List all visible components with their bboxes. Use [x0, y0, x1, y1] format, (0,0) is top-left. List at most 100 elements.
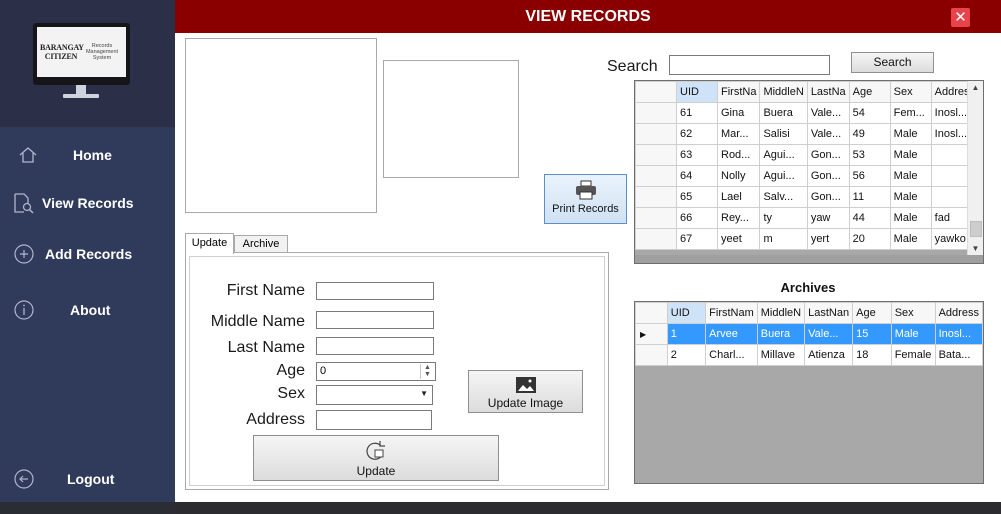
tab-archive[interactable]: Archive — [234, 235, 288, 253]
records-table-cell[interactable]: Gon... — [806, 186, 850, 208]
archives-column-header[interactable]: Age — [852, 302, 892, 324]
records-table-cell[interactable]: Salisi — [759, 123, 808, 145]
update-image-button[interactable]: Update Image — [468, 370, 583, 413]
archives-table-cell[interactable]: Inosl... — [934, 323, 983, 345]
archives-table-cell[interactable]: 2 — [666, 344, 707, 366]
records-row-header[interactable] — [635, 102, 677, 124]
archives-table-cell[interactable]: 18 — [852, 344, 892, 366]
records-table-cell[interactable]: Salv... — [759, 186, 808, 208]
records-table-cell[interactable]: 49 — [848, 123, 891, 145]
records-table-cell[interactable]: Agui... — [759, 165, 808, 187]
sex-dropdown[interactable]: ▼ — [316, 385, 433, 405]
records-table-cell[interactable]: ty — [759, 207, 808, 229]
records-table-cell[interactable]: Mar... — [716, 123, 761, 145]
middle-name-field[interactable] — [316, 311, 434, 329]
sidebar-item-home[interactable]: Home — [0, 138, 175, 172]
records-table-cell[interactable]: Buera — [759, 102, 808, 124]
records-table-row[interactable]: 63 Rod... Agui... Gon... 53 Male — [635, 144, 974, 166]
tab-update[interactable]: Update — [185, 233, 234, 254]
records-table-cell[interactable]: Rod... — [716, 144, 761, 166]
records-row-header[interactable] — [635, 123, 677, 145]
address-field[interactable] — [316, 410, 432, 430]
archives-table-cell[interactable]: Millave — [756, 344, 806, 366]
scroll-down-icon[interactable]: ▼ — [968, 244, 983, 253]
records-table-cell[interactable]: 11 — [848, 186, 891, 208]
records-table-cell[interactable]: Male — [889, 123, 932, 145]
records-table-row[interactable]: 66 Rey... ty yaw 44 Male fad — [635, 207, 974, 229]
archives-table-cell[interactable]: Bata... — [934, 344, 983, 366]
archives-row-header[interactable]: ▶ — [635, 323, 668, 345]
records-table-cell[interactable]: 63 — [676, 144, 718, 166]
records-table-cell[interactable]: Male — [889, 165, 932, 187]
sidebar-item-about[interactable]: About — [0, 293, 175, 327]
archives-column-header[interactable]: FirstNam — [705, 302, 758, 324]
archives-column-header[interactable]: Address — [934, 302, 983, 324]
records-table-row[interactable]: 62 Mar... Salisi Vale... 49 Male Inosl... — [635, 123, 974, 145]
records-table-cell[interactable]: 44 — [848, 207, 891, 229]
archives-column-header[interactable]: UID — [666, 302, 707, 324]
records-table-cell[interactable]: 54 — [848, 102, 891, 124]
search-button[interactable]: Search — [851, 52, 934, 73]
archives-table-row[interactable]: 2 Charl... Millave Atienza 18 Female Bata... — [635, 344, 983, 366]
sidebar-item-add-records[interactable]: Add Records — [0, 237, 175, 271]
archives-table-row[interactable]: ▶ 1 Arvee Buera Vale... 15 Male Inosl... — [635, 323, 983, 345]
records-row-header[interactable] — [635, 165, 677, 187]
records-table-cell[interactable]: 66 — [676, 207, 718, 229]
records-table-cell[interactable]: Vale... — [806, 123, 850, 145]
records-table-cell[interactable]: 20 — [848, 228, 891, 250]
archives-table-cell[interactable]: Charl... — [705, 344, 758, 366]
records-table-cell[interactable]: Nolly — [716, 165, 761, 187]
records-column-header[interactable]: MiddleN — [759, 81, 808, 103]
records-table-cell[interactable]: 67 — [676, 228, 718, 250]
records-table-row[interactable]: 61 Gina Buera Vale... 54 Fem... Inosl... — [635, 102, 974, 124]
records-column-header[interactable]: UID — [676, 81, 718, 103]
records-table-cell[interactable]: yeet — [716, 228, 761, 250]
age-spin-buttons[interactable]: ▲ ▼ — [420, 364, 434, 379]
records-row-header[interactable] — [635, 186, 677, 208]
archives-grid[interactable]: UID FirstNam MiddleN LastNan Age Sex Address ▶… — [634, 301, 984, 484]
records-table-cell[interactable]: Male — [889, 144, 932, 166]
archives-table-cell[interactable]: Female — [890, 344, 936, 366]
records-table-row[interactable]: 64 Nolly Agui... Gon... 56 Male — [635, 165, 974, 187]
archives-column-header[interactable]: Sex — [890, 302, 936, 324]
records-table-cell[interactable]: Fem... — [889, 102, 932, 124]
sidebar-item-logout[interactable]: Logout — [0, 462, 175, 496]
records-column-header[interactable]: LastNa — [806, 81, 850, 103]
close-button[interactable]: ✕ — [951, 8, 970, 27]
records-table-cell[interactable]: Rey... — [716, 207, 761, 229]
records-column-header[interactable]: Age — [848, 81, 891, 103]
archives-row-header[interactable] — [635, 344, 668, 366]
sidebar-item-view-records[interactable]: View Records — [0, 186, 175, 220]
records-row-header[interactable] — [635, 207, 677, 229]
archives-table-cell[interactable]: Buera — [756, 323, 806, 345]
records-table-cell[interactable]: Gon... — [806, 144, 850, 166]
records-table-cell[interactable]: yaw — [806, 207, 850, 229]
archives-column-header[interactable]: MiddleN — [756, 302, 806, 324]
archives-table-cell[interactable]: Male — [890, 323, 936, 345]
records-scroll-thumb[interactable] — [970, 221, 982, 237]
archives-table-cell[interactable]: Vale... — [804, 323, 854, 345]
archives-table-cell[interactable]: 1 — [666, 323, 707, 345]
records-table-cell[interactable]: 65 — [676, 186, 718, 208]
archives-table-cell[interactable]: Atienza — [804, 344, 854, 366]
records-table-cell[interactable]: 61 — [676, 102, 718, 124]
records-table-cell[interactable]: Male — [889, 207, 932, 229]
records-table-cell[interactable]: 53 — [848, 144, 891, 166]
records-table-cell[interactable]: Male — [889, 186, 932, 208]
records-vertical-scrollbar[interactable]: ▲ ▼ — [967, 81, 983, 255]
records-table-cell[interactable]: Gon... — [806, 165, 850, 187]
records-table-cell[interactable]: 64 — [676, 165, 718, 187]
records-column-header[interactable]: Sex — [889, 81, 932, 103]
records-table-row[interactable]: 67 yeet m yert 20 Male yawko — [635, 228, 974, 250]
archives-column-header[interactable]: LastNan — [804, 302, 854, 324]
archives-table-cell[interactable]: Arvee — [705, 323, 758, 345]
age-stepper[interactable]: 0 ▲ ▼ — [316, 362, 436, 381]
scroll-up-icon[interactable]: ▲ — [968, 83, 983, 92]
archives-table-cell[interactable]: 15 — [852, 323, 892, 345]
records-row-header[interactable] — [635, 144, 677, 166]
records-table-cell[interactable]: yert — [806, 228, 850, 250]
records-table-cell[interactable]: m — [759, 228, 808, 250]
records-table-cell[interactable]: Vale... — [806, 102, 850, 124]
records-table-cell[interactable]: Agui... — [759, 144, 808, 166]
search-input[interactable] — [669, 55, 830, 75]
